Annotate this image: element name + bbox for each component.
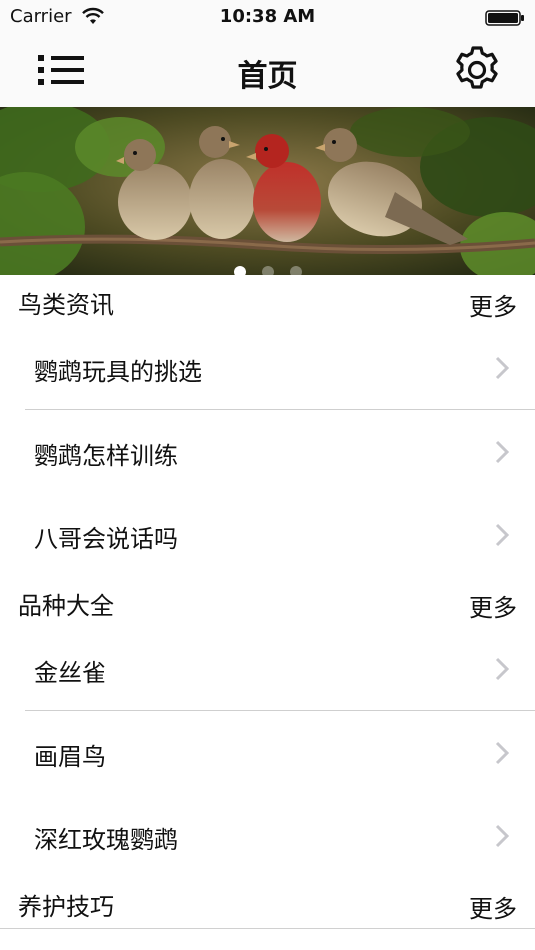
battery-icon (485, 10, 524, 26)
list-item[interactable]: 深红玫瑰鹦鹉 (0, 794, 535, 878)
list-item[interactable]: 鹦鹉玩具的挑选 (0, 326, 535, 410)
more-button[interactable]: 更多 (469, 889, 517, 924)
list-item[interactable]: 鹦鹉怎样训练 (0, 410, 535, 494)
list-item[interactable]: 金丝雀 (0, 627, 535, 711)
status-bar: Carrier 10:38 AM (0, 0, 535, 34)
list-item[interactable]: 八哥会说话吗 (0, 493, 535, 577)
gear-icon[interactable] (451, 44, 503, 96)
section-header-care: 养护技巧 更多 (0, 877, 535, 929)
list-item-label: 深红玫瑰鹦鹉 (34, 826, 178, 854)
section-header-news: 鸟类资讯 更多 (0, 275, 535, 327)
list-item-label: 画眉鸟 (34, 743, 106, 771)
page-indicator[interactable] (0, 263, 535, 275)
section-header-breeds: 品种大全 更多 (0, 576, 535, 628)
chevron-right-icon (495, 824, 509, 848)
list-item-label: 鹦鹉怎样训练 (34, 442, 178, 470)
navigation-bar: 首页 (0, 34, 535, 107)
section-title: 鸟类资讯 (18, 291, 114, 319)
page-dot[interactable] (261, 266, 274, 275)
list-item[interactable]: 画眉鸟 (0, 711, 535, 795)
chevron-right-icon (495, 440, 509, 464)
page-dot[interactable] (289, 266, 302, 275)
banner-carousel[interactable] (0, 107, 535, 275)
status-time: 10:38 AM (219, 6, 316, 27)
page-dot[interactable] (233, 266, 246, 275)
more-button[interactable]: 更多 (469, 287, 517, 322)
section-title: 品种大全 (18, 592, 114, 620)
list-item-label: 八哥会说话吗 (34, 525, 178, 553)
more-button[interactable]: 更多 (469, 588, 517, 623)
section-title: 养护技巧 (18, 893, 114, 921)
chevron-right-icon (495, 657, 509, 681)
banner-image (0, 107, 535, 275)
chevron-right-icon (495, 523, 509, 547)
list-item-label: 金丝雀 (34, 659, 106, 687)
chevron-right-icon (495, 741, 509, 765)
list-item-label: 鹦鹉玩具的挑选 (34, 358, 202, 386)
chevron-right-icon (495, 356, 509, 380)
